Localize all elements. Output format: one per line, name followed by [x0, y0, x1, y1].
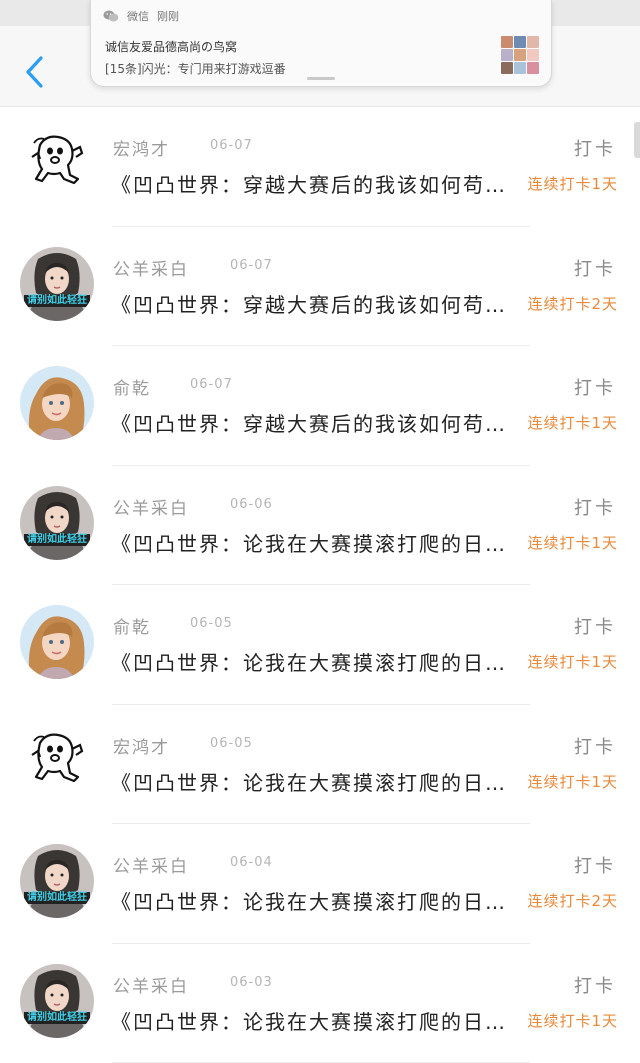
- book-title[interactable]: 《凹凸世界：论我在大赛摸滚打爬的日…: [111, 528, 507, 557]
- avatar[interactable]: 请别如此轻狂: [20, 844, 94, 918]
- streak-text: 连续打卡1天: [527, 173, 618, 194]
- checkin-label[interactable]: 打卡: [574, 374, 616, 400]
- list-item[interactable]: 俞乾 06-07 《凹凸世界：穿越大赛后的我该如何苟… 打卡连续打卡1天: [0, 346, 640, 466]
- post-date: 06-06: [230, 497, 273, 512]
- user-name: 公羊采白: [113, 255, 189, 280]
- checkin-label[interactable]: 打卡: [574, 852, 616, 878]
- list-item[interactable]: 宏鸿才 06-05 《凹凸世界：论我在大赛摸滚打爬的日… 打卡连续打卡1天: [0, 705, 640, 825]
- post-date: 06-03: [230, 975, 273, 990]
- streak-text: 连续打卡1天: [527, 771, 618, 792]
- avatar[interactable]: [20, 725, 94, 799]
- post-date: 06-07: [190, 377, 233, 392]
- streak-text: 连续打卡1天: [527, 532, 618, 553]
- checkin-label[interactable]: 打卡: [574, 135, 616, 161]
- avatar[interactable]: [20, 605, 94, 679]
- user-name: 公羊采白: [113, 494, 189, 519]
- checkin-label[interactable]: 打卡: [574, 255, 616, 281]
- user-name: 宏鸿才: [113, 733, 170, 758]
- streak-text: 连续打卡2天: [527, 293, 618, 314]
- back-button[interactable]: [20, 52, 50, 92]
- wechat-notification[interactable]: 微信 刚刚 诚信友爱品德高尚の鸟窝 [15条]闪光：专门用来打游戏逗番: [90, 0, 552, 87]
- post-date: 06-04: [230, 855, 273, 870]
- notification-app-name: 微信: [127, 8, 149, 24]
- avatar[interactable]: 请别如此轻狂: [20, 964, 94, 1038]
- user-name: 公羊采白: [113, 972, 189, 997]
- streak-text: 连续打卡1天: [527, 412, 618, 433]
- user-name: 宏鸿才: [113, 135, 170, 160]
- avatar-caption: 请别如此轻狂: [20, 534, 94, 546]
- book-title[interactable]: 《凹凸世界：论我在大赛摸滚打爬的日…: [111, 1006, 507, 1035]
- list-item[interactable]: 请别如此轻狂 公羊采白 06-04 《凹凸世界：论我在大赛摸滚打爬的日… 打卡连续打卡…: [0, 824, 640, 944]
- list-item[interactable]: 请别如此轻狂 公羊采白 06-06 《凹凸世界：论我在大赛摸滚打爬的日… 打卡连续打卡…: [0, 466, 640, 586]
- post-date: 06-07: [210, 138, 253, 153]
- notification-time: 刚刚: [157, 8, 179, 24]
- group-avatar-grid: [501, 36, 539, 74]
- notification-body: [15条]闪光：专门用来打游戏逗番: [105, 60, 286, 77]
- user-name: 公羊采白: [113, 852, 189, 877]
- post-date: 06-05: [210, 736, 253, 751]
- list-item[interactable]: 俞乾 06-05 《凹凸世界：论我在大赛摸滚打爬的日… 打卡连续打卡1天: [0, 585, 640, 705]
- post-date: 06-05: [190, 616, 233, 631]
- chevron-left-icon: [24, 55, 46, 89]
- avatar-caption: 请别如此轻狂: [20, 892, 94, 904]
- checkin-list: 宏鸿才06-07《凹凸世界：穿越大赛后的我该如何苟…打卡连续打卡1天 请别如此轻…: [0, 107, 640, 1063]
- notification-drag-handle[interactable]: [307, 77, 335, 80]
- book-title[interactable]: 《凹凸世界：论我在大赛摸滚打爬的日…: [111, 647, 507, 676]
- list-item[interactable]: 请别如此轻狂 公羊采白 06-07 《凹凸世界：穿越大赛后的我该如何苟… 打卡连续打卡…: [0, 227, 640, 347]
- list-item[interactable]: 请别如此轻狂 公羊采白 06-03 《凹凸世界：论我在大赛摸滚打爬的日… 打卡连续打卡…: [0, 944, 640, 1063]
- checkin-label[interactable]: 打卡: [574, 494, 616, 520]
- streak-text: 连续打卡1天: [527, 651, 618, 672]
- list-item[interactable]: 宏鸿才 06-07 《凹凸世界：穿越大赛后的我该如何苟… 打卡连续打卡1天: [0, 107, 640, 227]
- avatar[interactable]: 请别如此轻狂: [20, 486, 94, 560]
- checkin-label[interactable]: 打卡: [574, 613, 616, 639]
- notification-app: 微信 刚刚: [103, 8, 179, 24]
- user-name: 俞乾: [113, 613, 151, 638]
- notification-title: 诚信友爱品德高尚の鸟窝: [105, 38, 237, 55]
- book-title[interactable]: 《凹凸世界：穿越大赛后的我该如何苟…: [111, 408, 507, 437]
- book-title[interactable]: 《凹凸世界：穿越大赛后的我该如何苟…: [111, 169, 507, 198]
- avatar-caption: 请别如此轻狂: [20, 1012, 94, 1024]
- book-title[interactable]: 《凹凸世界：论我在大赛摸滚打爬的日…: [111, 886, 507, 915]
- avatar[interactable]: [20, 127, 94, 201]
- streak-text: 连续打卡2天: [527, 890, 618, 911]
- book-title[interactable]: 《凹凸世界：穿越大赛后的我该如何苟…: [111, 289, 507, 318]
- wechat-icon: [103, 9, 119, 23]
- avatar[interactable]: 请别如此轻狂: [20, 247, 94, 321]
- checkin-label[interactable]: 打卡: [574, 972, 616, 998]
- checkin-label[interactable]: 打卡: [574, 733, 616, 759]
- user-name: 俞乾: [113, 374, 151, 399]
- book-title[interactable]: 《凹凸世界：论我在大赛摸滚打爬的日…: [111, 767, 507, 796]
- streak-text: 连续打卡1天: [527, 1010, 618, 1031]
- avatar[interactable]: [20, 366, 94, 440]
- avatar-caption: 请别如此轻狂: [20, 295, 94, 307]
- post-date: 06-07: [230, 258, 273, 273]
